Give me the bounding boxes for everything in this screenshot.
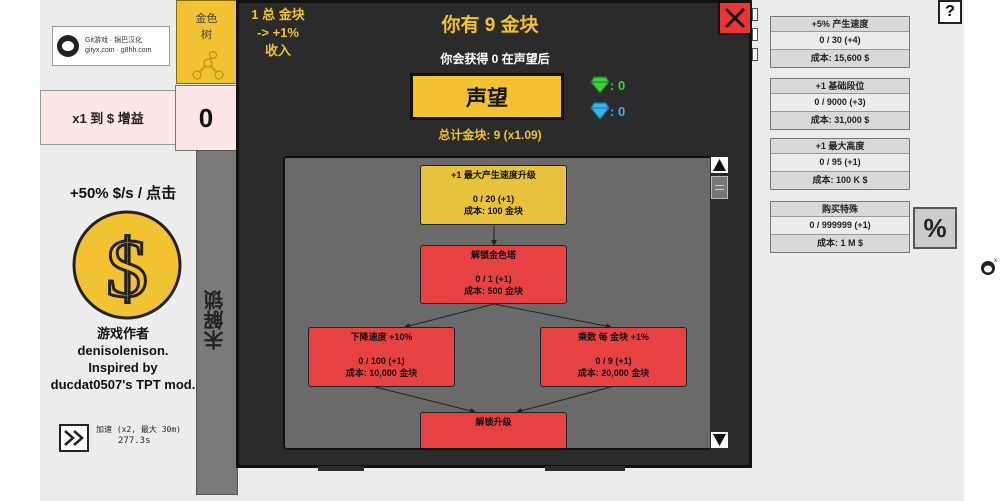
close-icon <box>724 7 746 29</box>
counter-box[interactable]: 0 <box>175 85 237 151</box>
scroll-up-icon[interactable] <box>711 157 728 173</box>
credits-line1: 游戏作者 <box>96 326 149 341</box>
panel-edge <box>545 466 625 471</box>
blue-gem-value: : 0 <box>610 103 626 119</box>
help-button[interactable]: ? <box>938 0 962 24</box>
node-level: 0 / 9 (+1) <box>595 356 632 366</box>
prestige-button[interactable]: 声望 <box>410 73 564 120</box>
credits-line2: denisolenison. <box>77 343 169 358</box>
node-title: 解锁金色塔 <box>470 250 516 260</box>
mascot-side-icon[interactable]: x <box>980 257 998 277</box>
green-gem-value: : 0 <box>610 77 626 93</box>
percent-button[interactable]: % <box>913 207 957 249</box>
node-cost: 成本: 500 金块 <box>463 286 523 296</box>
panel-edge <box>318 466 364 471</box>
tree-icon <box>192 51 224 80</box>
upgrade-level: 0 / 30 (+4) <box>819 35 861 45</box>
node-title: 下降速度 +10% <box>350 332 413 342</box>
upgrade-base-tier[interactable]: +1 基础段位 0 / 9000 (+3) 成本: 31,000 $ <box>770 78 910 130</box>
upgrade-buy-special[interactable]: 购买特殊 0 / 999999 (+1) 成本: 1 M $ <box>770 201 910 253</box>
mascot-icon <box>57 35 79 57</box>
credits-line4: ducdat0507's TPT mod. <box>50 377 196 392</box>
upgrade-title: +5% 产生速度 <box>771 17 909 32</box>
total-nuggets-text: 总计金块: 9 (x1.09) <box>438 128 542 142</box>
speedup-button[interactable] <box>59 424 89 452</box>
tab-gold-tree[interactable]: 金色 树 <box>176 0 237 84</box>
credits: 游戏作者 denisolenison. Inspired by ducdat05… <box>40 325 206 393</box>
upgrade-title: +1 最大高度 <box>771 139 909 154</box>
logo-line1: Git游戏 · 锅巴汉化 <box>85 37 143 44</box>
dollar-coin-icon[interactable]: $ <box>72 210 182 320</box>
node-cost: 成本: 100 金块 <box>463 206 523 216</box>
upgrade-cost: 成本: 31,000 $ <box>771 111 909 129</box>
upgrade-level: 0 / 999999 (+1) <box>809 220 871 230</box>
edge-marker <box>752 28 758 41</box>
scroll-thumb[interactable] <box>711 176 728 199</box>
logo-line2: gityx.com · g8hh.com <box>85 47 152 54</box>
speedup-time: 277.3s <box>118 436 151 446</box>
speedup-label: 加速 (x2, 最大 30m) <box>96 425 181 434</box>
tree-node-gold-tower[interactable]: 解锁金色塔 0 / 1 (+1) 成本: 500 金块 <box>420 245 567 304</box>
svg-text:x: x <box>994 258 997 264</box>
node-level: 0 / 1 (+1) <box>475 274 512 284</box>
svg-text:$: $ <box>106 222 148 315</box>
node-cost: 成本: 10,000 金块 <box>345 368 418 378</box>
blue-gem-icon <box>590 102 610 120</box>
income-multiplier: x1 到 $ 增益 <box>40 90 176 145</box>
click-gain-text: +50% $/s / 点击 <box>69 185 177 202</box>
tab-gold-tree-label: 金色 树 <box>195 13 218 41</box>
node-title: 解锁升级 <box>475 417 512 427</box>
blue-gem-count: : 0 <box>590 102 625 120</box>
node-level: 0 / 20 (+1) <box>472 194 515 204</box>
node-cost: 成本: 20,000 金块 <box>577 368 650 378</box>
nugget-count-title: 你有 9 金块 <box>441 15 539 36</box>
upgrade-max-height[interactable]: +1 最大高度 0 / 95 (+1) 成本: 100 K $ <box>770 138 910 190</box>
node-title: +1 最大产生速度升级 <box>451 170 536 180</box>
edge-marker <box>752 8 758 21</box>
green-gem-count: : 0 <box>590 76 625 94</box>
fast-forward-icon <box>64 430 84 446</box>
site-logo[interactable]: Git游戏 · 锅巴汉化 gityx.com · g8hh.com <box>52 26 170 66</box>
upgrade-level: 0 / 95 (+1) <box>819 157 861 167</box>
green-gem-icon <box>590 76 610 94</box>
nugget-bonus-info: 1 总 金块 -> +1% 收入 <box>251 7 305 58</box>
upgrade-level: 0 / 9000 (+3) <box>814 97 866 107</box>
scroll-down-icon[interactable] <box>711 432 728 448</box>
tree-node-multiplier[interactable]: 乘数 每 金块 +1% 0 / 9 (+1) 成本: 20,000 金块 <box>540 327 687 387</box>
upgrade-cost: 成本: 100 K $ <box>771 171 909 189</box>
close-button[interactable] <box>718 1 752 35</box>
credits-line3: Inspired by <box>88 360 158 375</box>
tree-scrollbar[interactable] <box>710 156 729 450</box>
edge-marker <box>752 48 758 61</box>
node-level: 0 / 100 (+1) <box>358 356 405 366</box>
node-title: 乘数 每 金块 +1% <box>578 332 649 342</box>
prestige-gain-text: 你会获得 0 在声望后 <box>440 52 550 66</box>
upgrade-title: +1 基础段位 <box>771 79 909 94</box>
upgrade-tree[interactable]: +1 最大产生速度升级 0 / 20 (+1) 成本: 100 金块 解锁金色塔… <box>283 156 729 450</box>
upgrade-cost: 成本: 15,600 $ <box>771 49 909 67</box>
tree-node-fall-speed[interactable]: 下降速度 +10% 0 / 100 (+1) 成本: 10,000 金块 <box>308 327 455 387</box>
upgrade-cost: 成本: 1 M $ <box>771 234 909 252</box>
upgrade-title: 购买特殊 <box>771 202 909 217</box>
tree-node-unlock-upgrades[interactable]: 解锁升级 <box>420 412 567 448</box>
tree-node-max-speed[interactable]: +1 最大产生速度升级 0 / 20 (+1) 成本: 100 金块 <box>420 165 567 225</box>
upgrade-production-speed[interactable]: +5% 产生速度 0 / 30 (+4) 成本: 15,600 $ <box>770 16 910 68</box>
